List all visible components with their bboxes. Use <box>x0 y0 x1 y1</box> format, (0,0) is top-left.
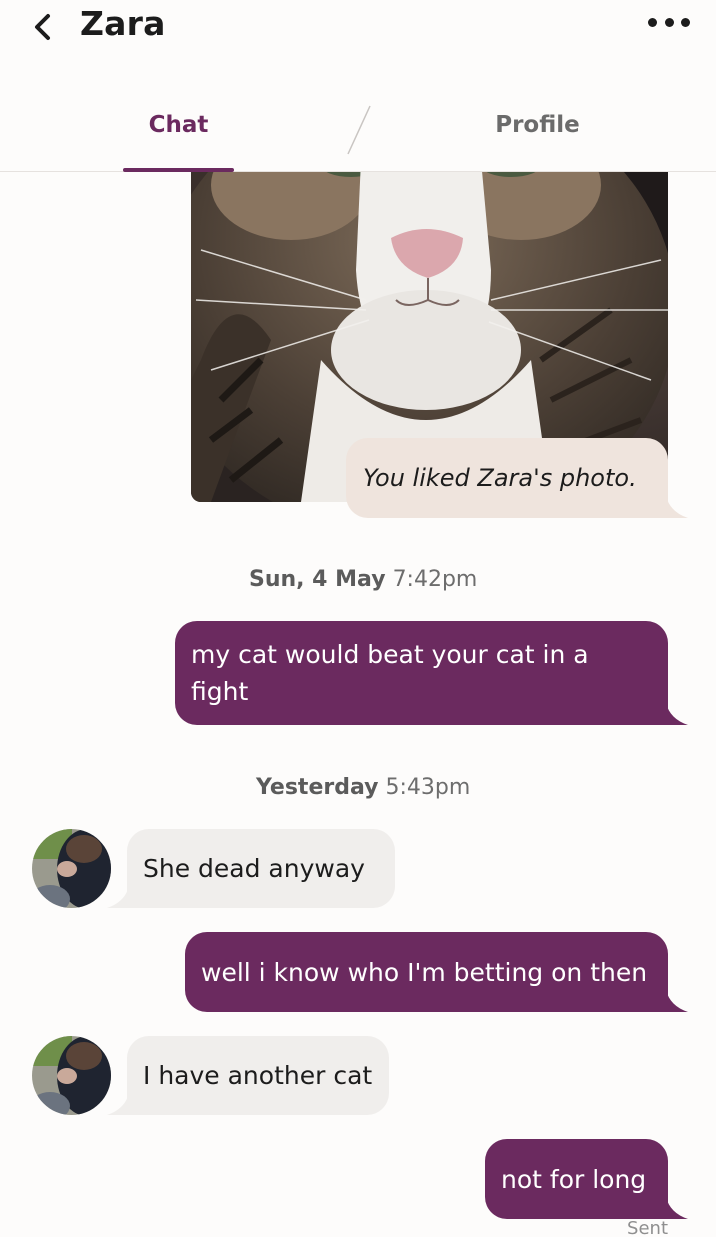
message-text: well i know who I'm betting on then <box>201 957 648 987</box>
bubble-tail <box>666 703 688 725</box>
message-text: I have another cat <box>143 1061 373 1090</box>
back-button[interactable] <box>28 10 58 44</box>
avatar[interactable] <box>32 1036 111 1115</box>
tab-chat[interactable]: Chat <box>123 112 234 138</box>
bubble-tail <box>107 1093 129 1115</box>
message-incoming[interactable]: She dead anyway <box>127 829 395 908</box>
chat-header: Zara Chat Profile <box>0 0 716 172</box>
chevron-left-icon <box>35 14 50 40</box>
message-outgoing[interactable]: my cat would beat your cat in a fight <box>175 621 668 725</box>
message-status: Sent <box>627 1218 668 1237</box>
bubble-tail <box>666 1197 688 1219</box>
bubble-tail <box>666 496 688 518</box>
timestamp-divider: Sun, 4 May 7:42pm <box>249 567 477 592</box>
message-text: She dead anyway <box>143 854 365 883</box>
timestamp-day: Sun, 4 May <box>249 567 386 592</box>
timestamp-time: 5:43pm <box>385 775 471 800</box>
avatar[interactable] <box>32 829 111 908</box>
message-text: not for long <box>501 1164 647 1194</box>
more-options-button[interactable] <box>648 12 690 32</box>
tab-profile[interactable]: Profile <box>480 112 595 138</box>
bubble-tail <box>107 886 129 908</box>
more-horizontal-icon <box>648 17 657 27</box>
message-text: my cat would beat your cat in a fight <box>191 640 589 706</box>
more-dot <box>681 17 690 27</box>
timestamp-divider: Yesterday 5:43pm <box>256 775 470 800</box>
zara-avatar-image <box>32 1036 111 1115</box>
timestamp-day: Yesterday <box>256 775 379 800</box>
timestamp-time: 7:42pm <box>392 567 478 592</box>
more-dot <box>664 17 674 27</box>
zara-avatar-image <box>32 829 111 908</box>
liked-photo-notice: You liked Zara's photo. <box>346 438 668 518</box>
contact-name[interactable]: Zara <box>80 4 166 43</box>
message-outgoing[interactable]: well i know who I'm betting on then <box>185 932 668 1012</box>
bubble-tail <box>666 990 688 1012</box>
message-outgoing[interactable]: not for long <box>485 1139 668 1219</box>
tab-divider <box>347 105 371 155</box>
message-incoming[interactable]: I have another cat <box>127 1036 389 1115</box>
active-tab-indicator <box>123 168 234 172</box>
